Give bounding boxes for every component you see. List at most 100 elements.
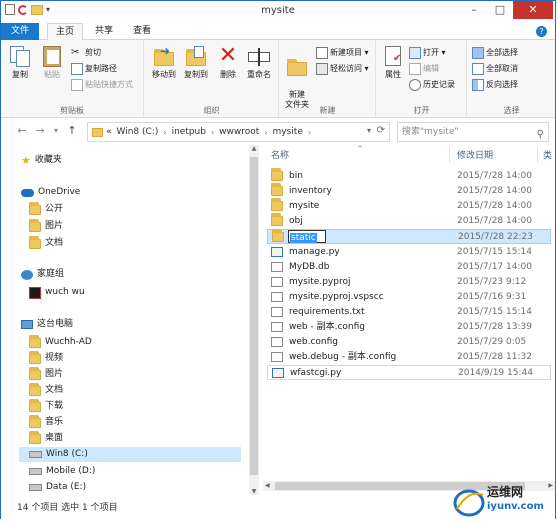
delete-button[interactable]: ✕ 删除 [215, 44, 241, 80]
easy-access-button[interactable]: 轻松访问 ▾ [316, 62, 369, 76]
copy-path-button[interactable]: 复制路径 [71, 62, 117, 76]
nav-item-this-pc[interactable]: 这台电脑 [21, 317, 73, 332]
list-item[interactable]: web - 副本.config 2015/7/28 13:39 [267, 320, 551, 335]
file-name: bin [289, 171, 303, 181]
help-icon[interactable]: ? [536, 26, 547, 37]
file-icon [271, 337, 283, 347]
list-item[interactable]: mysite.pyproj 2015/7/23 9:12 [267, 275, 551, 290]
history-button[interactable]: 历史记录 [409, 78, 455, 92]
chevron-right-icon[interactable]: › [308, 128, 311, 137]
address-bar[interactable]: « Win8 (C:) › inetpub › wwwroot › mysite… [87, 122, 390, 142]
nav-item-documents-pc[interactable]: 文档 [29, 382, 63, 398]
rename-field[interactable]: static [288, 230, 326, 243]
tab-view[interactable]: 查看 [125, 23, 159, 40]
computer-icon [21, 320, 33, 329]
list-item[interactable]: mysite.pyproj.vspscc 2015/7/16 9:31 [267, 290, 551, 305]
list-item[interactable]: inventory 2015/7/28 14:00 [267, 183, 551, 199]
scroll-up-icon[interactable]: ▲ [249, 145, 259, 152]
breadcrumb-overflow[interactable]: « [106, 127, 112, 137]
folder-icon [29, 366, 41, 380]
breadcrumb-inetpub[interactable]: inetpub [172, 127, 206, 137]
cut-button[interactable]: ✂ 剪切 [71, 46, 101, 60]
nav-item-label: 图片 [45, 369, 64, 379]
nav-item-onedrive[interactable]: OneDrive [21, 185, 80, 200]
scrollbar-thumb[interactable] [250, 157, 258, 475]
nav-item-favorites[interactable]: ★ 收藏夹 [21, 153, 62, 168]
forward-icon[interactable]: → [33, 124, 47, 138]
minimize-button[interactable]: – [461, 1, 487, 19]
column-divider[interactable] [449, 147, 450, 163]
refresh-icon[interactable]: ⟳ [377, 125, 385, 136]
address-dropdown-icon[interactable]: ▾ [367, 126, 371, 135]
tab-home[interactable]: 主页 [47, 23, 84, 41]
recent-locations-icon[interactable]: ▾ [49, 124, 63, 138]
list-item[interactable]: wfastcgi.py 2014/9/19 15:44 [267, 365, 551, 380]
nav-item-downloads[interactable]: 下载 [29, 398, 63, 414]
properties-button[interactable]: ✔ 属性 [381, 44, 405, 80]
nav-item-pictures[interactable]: 图片 [29, 218, 63, 234]
nav-item-user[interactable]: wuch wu [29, 285, 85, 300]
breadcrumb-mysite[interactable]: mysite [273, 127, 303, 137]
nav-item-desktop[interactable]: 桌面 [29, 430, 63, 446]
list-item[interactable]: obj 2015/7/28 14:00 [267, 213, 551, 229]
close-button[interactable]: ✕ [513, 1, 553, 19]
navigation-scrollbar[interactable]: ▲ ▼ [249, 145, 259, 495]
up-icon[interactable]: ↑ [65, 124, 79, 138]
breadcrumb-wwwroot[interactable]: wwwroot [219, 127, 259, 137]
nav-item-public[interactable]: 公开 [29, 201, 63, 217]
paste-button[interactable]: 粘贴 [39, 44, 65, 80]
edit-button[interactable]: 编辑 [409, 62, 439, 76]
list-item-selected[interactable]: static 2015/7/28 22:23 [267, 229, 551, 244]
list-item[interactable]: web.config 2015/7/29 0:05 [267, 335, 551, 350]
column-header-name[interactable]: 名称 [271, 149, 289, 163]
select-none-button[interactable]: 全部取消 [472, 62, 518, 76]
copy-to-button[interactable]: 复制到 [181, 44, 211, 80]
list-item[interactable]: MyDB.db 2015/7/17 14:00 [267, 260, 551, 275]
column-header-date[interactable]: 修改日期 [457, 149, 493, 163]
scroll-left-icon[interactable]: ◀ [265, 482, 270, 489]
chevron-right-icon[interactable]: › [264, 128, 267, 137]
list-item[interactable]: manage.py 2015/7/15 15:14 [267, 245, 551, 260]
nav-item-music[interactable]: 音乐 [29, 414, 63, 430]
scroll-right-icon[interactable]: ▶ [548, 482, 553, 489]
nav-item-videos[interactable]: 视频 [29, 350, 63, 366]
column-header-type[interactable]: 类 [543, 149, 552, 163]
search-icon[interactable]: ⚲ [537, 126, 544, 144]
open-button[interactable]: 打开 ▾ [409, 46, 446, 60]
list-item[interactable]: web.debug - 副本.config 2015/7/28 11:32 [267, 350, 551, 365]
tab-share[interactable]: 共享 [87, 23, 121, 40]
tab-file[interactable]: 文件 [1, 23, 39, 40]
list-item[interactable]: bin 2015/7/28 14:00 [267, 168, 551, 184]
nav-item-homegroup[interactable]: 家庭组 [21, 267, 64, 282]
back-icon[interactable]: ← [15, 124, 29, 138]
breadcrumb-drive[interactable]: Win8 (C:) [117, 127, 159, 137]
nav-item-pictures-pc[interactable]: 图片 [29, 366, 64, 382]
history-icon [409, 79, 421, 91]
chevron-right-icon[interactable]: › [211, 128, 214, 137]
homegroup-icon [21, 269, 33, 280]
copy-button[interactable]: 复制 [7, 44, 33, 80]
nav-item-drive-d[interactable]: Mobile (D:) [29, 464, 95, 479]
nav-item-drive-e[interactable]: Data (E:) [29, 480, 86, 495]
select-all-button[interactable]: 全部选择 [472, 46, 518, 60]
invert-selection-icon [472, 79, 484, 91]
new-item-button[interactable]: 新建项目 ▾ [316, 46, 369, 60]
scroll-down-icon[interactable]: ▼ [249, 488, 259, 495]
rename-button[interactable]: 重命名 [245, 44, 273, 80]
new-folder-button[interactable]: 新建 文件夹 [282, 44, 312, 110]
chevron-right-icon[interactable]: › [163, 128, 166, 137]
invert-selection-button[interactable]: 反向选择 [472, 78, 518, 92]
copy-label: 复制 [12, 70, 28, 79]
list-item[interactable]: requirements.txt 2015/7/15 15:14 [267, 305, 551, 320]
paste-shortcut-button[interactable]: 粘贴快捷方式 [71, 78, 133, 92]
nav-item-drive-c[interactable]: Win8 (C:) [19, 447, 241, 462]
list-item[interactable]: mysite 2015/7/28 14:00 [267, 198, 551, 214]
search-input[interactable]: 搜索"mysite" ⚲ [397, 122, 549, 142]
nav-item-wuchh-ad[interactable]: Wuchh-AD [29, 334, 92, 350]
move-to-button[interactable]: ➜ 移动到 [149, 44, 179, 80]
maximize-button[interactable]: □ [487, 1, 513, 19]
column-divider[interactable] [537, 147, 538, 163]
drive-icon [29, 468, 42, 475]
new-folder-icon [285, 54, 309, 78]
nav-item-documents[interactable]: 文档 [29, 235, 63, 251]
